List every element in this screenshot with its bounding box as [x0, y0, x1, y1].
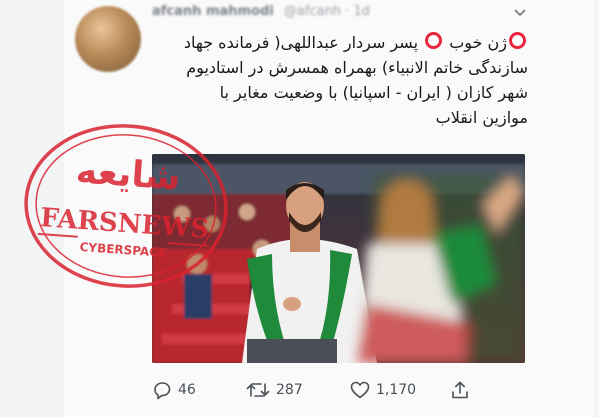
reply-icon — [152, 381, 172, 400]
author-handle: @afcanh · 1d — [283, 4, 370, 19]
like-count: 1,170 — [376, 382, 417, 398]
red-circle-icon — [509, 32, 526, 49]
tweet-line-2: سازندگی خاتم الانبیاء) بهمراه همسرش در ا… — [186, 58, 528, 77]
tweet-actions: 46 287 1,170 — [152, 378, 472, 402]
avatar[interactable] — [75, 6, 141, 72]
stamp-title: شایعه — [75, 150, 182, 198]
retweet-count: 287 — [276, 382, 303, 398]
like-icon — [350, 381, 370, 399]
retweet-button[interactable]: 287 — [246, 378, 303, 402]
tweet-author[interactable]: afcanh mahmodi @afcanh · 1d — [152, 4, 542, 22]
stamp-sub: CYBERSPACE — [79, 240, 166, 260]
tweet-text: ژن خوب پسر سردار عبداللهی( فرمانده جهاد … — [152, 30, 528, 130]
share-button[interactable] — [450, 378, 470, 402]
author-name[interactable]: afcanh mahmodi — [152, 4, 274, 19]
like-button[interactable]: 1,170 — [350, 378, 416, 402]
tweet-line-1: ژن خوب پسر سردار عبداللهی( فرمانده جهاد — [152, 30, 528, 55]
reply-count: 46 — [178, 382, 196, 398]
reply-button[interactable]: 46 — [152, 378, 196, 402]
share-icon — [450, 380, 470, 400]
rumor-stamp: شایعه FARSNEWS CYBERSPACE — [24, 124, 228, 288]
chevron-down-icon[interactable] — [512, 7, 528, 21]
stamp-brand: FARSNEWS — [39, 203, 210, 245]
red-circle-icon — [425, 32, 443, 49]
retweet-icon — [246, 381, 270, 399]
tweet-line-3: شهر کازان ( ایران - اسپانیا) با وضعیت مغ… — [219, 83, 528, 102]
